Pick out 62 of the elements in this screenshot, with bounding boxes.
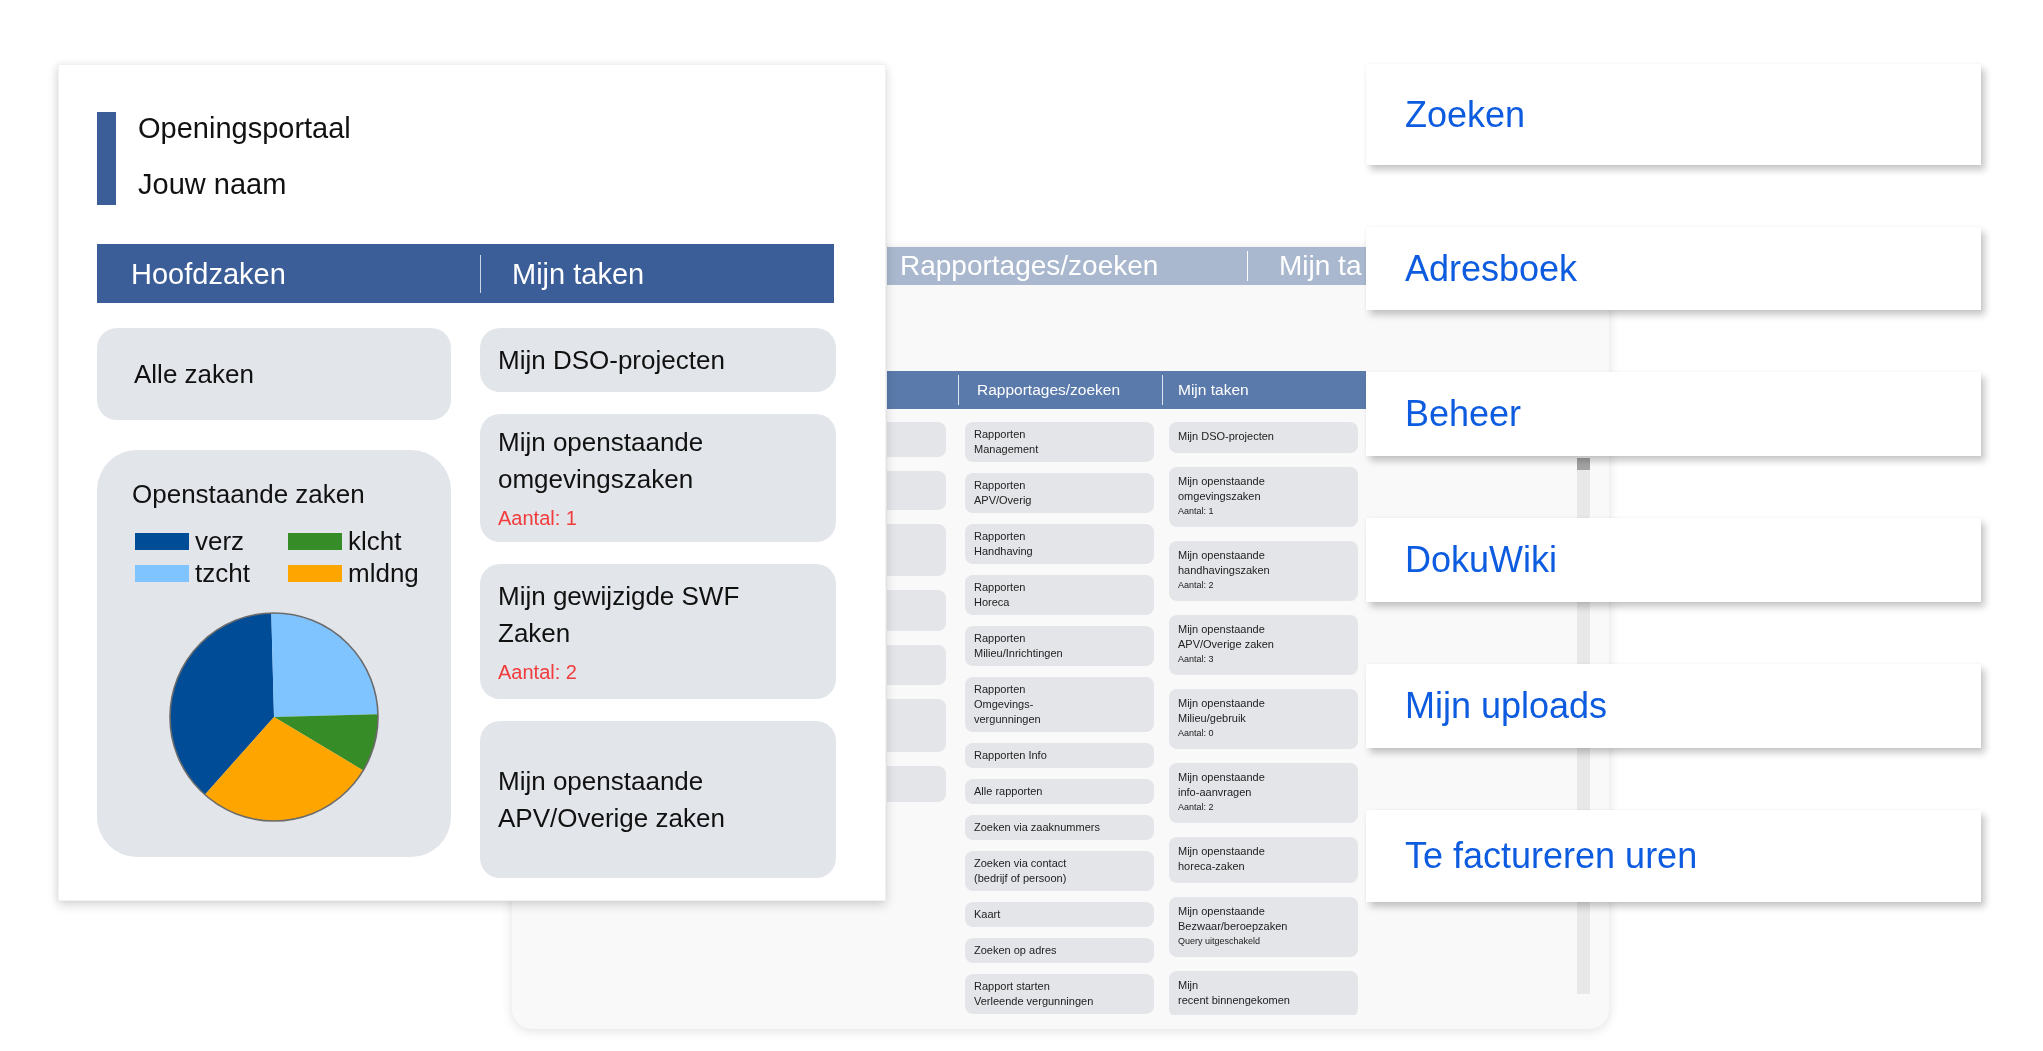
menu-tile[interactable]: Rapporten Management (965, 422, 1154, 462)
menu-tile[interactable]: Mijn openstaande omgevingszaken Aantal: 1 (480, 414, 836, 542)
legend-label: tzcht (195, 558, 250, 588)
menu-tile[interactable]: Rapporten Omgevings- vergunningen (965, 677, 1154, 732)
menu-tile[interactable]: Mijn DSO-projecten (1169, 422, 1358, 453)
nav-link-card[interactable]: DokuWiki (1366, 518, 1981, 602)
menu-tile[interactable] (887, 422, 946, 457)
status-text: Aantal: 2 (1178, 579, 1214, 592)
count-text: Aantal: 2 (498, 659, 577, 685)
portal-title: Openingsportaal (138, 112, 351, 144)
menu-tile[interactable]: Zoeken via zaaknummers (965, 815, 1154, 840)
menu-tile[interactable] (887, 524, 946, 576)
menu-tile[interactable]: Mijn recent binnengekomen (1169, 971, 1358, 1015)
menu-tile[interactable]: Mijn openstaande handhavingszaken Aantal: 2 (1169, 541, 1358, 601)
menu-tile[interactable]: Rapporten Milieu/Inrichtingen (965, 626, 1154, 666)
user-name: Jouw naam (138, 168, 287, 200)
nav-link-card[interactable]: Adresboek (1366, 227, 1981, 310)
status-text: Aantal: 2 (1178, 801, 1214, 814)
menu-tile[interactable]: Mijn openstaande Milieu/gebruik Aantal: 0 (1169, 689, 1358, 749)
status-text: Aantal: 3 (1178, 653, 1214, 666)
menu-tile[interactable]: Alle rapporten (965, 779, 1154, 804)
menu-tile[interactable]: Mijn openstaande APV/Overige zaken (480, 721, 836, 878)
menu-tile[interactable]: Rapporten Handhaving (965, 524, 1154, 564)
column-heading: Mijn taken (1178, 380, 1249, 400)
menu-tile[interactable]: Zoeken via contact (bedrijf of persoon) (965, 851, 1154, 891)
menu-tile[interactable]: Rapporten Info (965, 743, 1154, 768)
chart-title: Openstaande zaken (132, 479, 365, 509)
column-heading: Hoofdzaken (131, 256, 286, 291)
menu-tile[interactable] (887, 590, 946, 631)
menu-tile[interactable]: Mijn openstaande Bezwaar/beroepzaken Query uitgeschakeld (1169, 897, 1358, 957)
menu-tile[interactable]: Mijn gewijzigde SWF Zaken Aantal: 2 (480, 564, 836, 699)
status-text: Aantal: 1 (1178, 505, 1214, 518)
menu-tile[interactable]: Zoeken op adres (965, 938, 1154, 963)
menu-tile[interactable]: Rapporten APV/Overig (965, 473, 1154, 513)
menu-tile[interactable]: Mijn openstaande omgevingszaken Aantal: 1 (1169, 467, 1358, 527)
menu-tile[interactable]: Mijn openstaande horeca-zaken (1169, 837, 1358, 883)
column-heading: Mijn ta (1279, 250, 1362, 282)
menu-tile[interactable] (887, 471, 946, 510)
status-text: Query uitgeschakeld (1178, 935, 1261, 948)
menu-tile[interactable]: Mijn DSO-projecten (480, 328, 836, 392)
legend-label: mldng (348, 558, 419, 588)
nav-link-card[interactable]: Zoeken (1366, 64, 1981, 165)
menu-tile[interactable]: Kaart (965, 902, 1154, 927)
scrollbar-thumb[interactable] (1577, 458, 1590, 470)
status-text: Aantal: 0 (1178, 727, 1214, 740)
menu-tile[interactable]: Rapporten Horeca (965, 575, 1154, 615)
column-heading: Rapportages/zoeken (977, 380, 1121, 400)
menu-tile[interactable]: Alle zaken (97, 328, 451, 420)
legend-label: klcht (348, 526, 402, 556)
nav-link-card[interactable]: Beheer (1366, 372, 1981, 456)
nav-link-card[interactable]: Te factureren uren (1366, 810, 1981, 902)
legend-label: verz (195, 526, 245, 556)
menu-tile[interactable] (887, 645, 946, 685)
menu-tile[interactable] (887, 699, 946, 752)
count-text: Aantal: 1 (498, 506, 577, 531)
nav-link-card[interactable]: Mijn uploads (1366, 664, 1981, 748)
menu-tile[interactable]: Rapport starten Verleende vergunningen (965, 974, 1154, 1014)
menu-tile[interactable]: Mijn openstaande APV/Overige zaken Aantal: 3 (1169, 615, 1358, 675)
column-heading: Rapportages/zoeken (900, 250, 1159, 282)
menu-tile[interactable]: Mijn openstaande info-aanvragen Aantal: 2 (1169, 763, 1358, 823)
menu-tile[interactable] (887, 766, 946, 802)
column-heading: Mijn taken (512, 256, 645, 291)
